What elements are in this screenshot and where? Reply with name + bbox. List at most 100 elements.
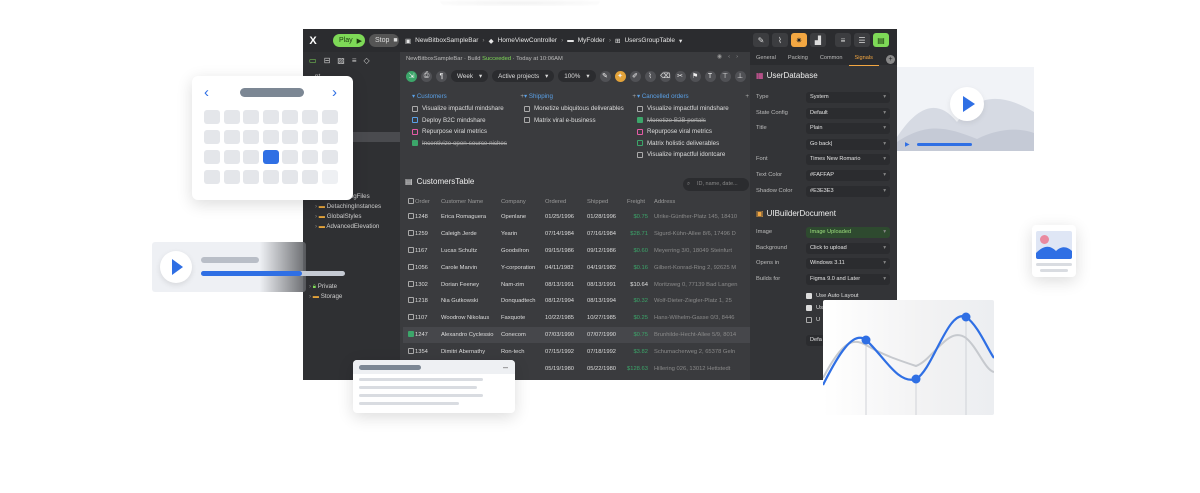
pen-icon[interactable]: ✎ xyxy=(753,33,769,47)
row-checkbox[interactable] xyxy=(408,280,414,287)
calendar-day[interactable] xyxy=(302,130,318,144)
table-search-input[interactable]: ⌕ ID, name, date... xyxy=(683,178,749,191)
chevron-left-icon[interactable]: ‹ xyxy=(204,84,209,101)
add-icon[interactable]: + xyxy=(632,91,636,103)
calendar-day[interactable] xyxy=(321,150,338,164)
header-checkbox[interactable] xyxy=(408,198,414,204)
tree-item[interactable]: › 🔒︎ Private xyxy=(303,282,400,292)
calendar-day[interactable] xyxy=(243,170,260,184)
list-icon[interactable]: ☰ xyxy=(854,33,870,47)
calendar-day[interactable] xyxy=(262,150,279,164)
chart-icon[interactable]: ▟ xyxy=(810,33,826,47)
calendar-day[interactable] xyxy=(302,150,318,164)
task-item[interactable]: Visualize impactful mindshare xyxy=(637,103,749,115)
menu-icon[interactable]: ≡ xyxy=(352,56,357,65)
task-item[interactable]: Monetize ubiquitous deliverables xyxy=(524,103,636,115)
text-icon[interactable]: T xyxy=(704,70,716,82)
property-value[interactable]: Figma 9.0 and Later ▾ xyxy=(806,273,890,285)
option-checkbox[interactable] xyxy=(806,317,812,323)
tab-packing[interactable]: Packing xyxy=(782,52,814,65)
option-checkbox[interactable] xyxy=(806,305,812,311)
row-checkbox-cell[interactable] xyxy=(403,310,415,327)
calendar-day[interactable] xyxy=(282,130,299,144)
tree-item[interactable]: › ▬ AdvancedElevation xyxy=(303,222,400,232)
chevron-right-icon[interactable]: › xyxy=(332,84,337,101)
add-tab-icon[interactable]: + xyxy=(886,55,895,64)
eraser-icon[interactable]: ⌫ xyxy=(659,70,671,82)
hierarchy-icon[interactable]: ⊟ xyxy=(324,56,331,65)
table-row[interactable]: 1167 Lucas Schultz Goodsilron 09/15/1986 09/… xyxy=(403,243,751,260)
header-checkbox-cell[interactable] xyxy=(403,195,415,209)
calendar-day[interactable] xyxy=(223,130,240,144)
paint-icon[interactable]: ¶ xyxy=(436,70,447,82)
calendar-day[interactable] xyxy=(282,150,299,164)
row-checkbox[interactable] xyxy=(408,246,414,253)
breadcrumb-item[interactable]: HomeViewController xyxy=(498,37,558,44)
calendar-day[interactable] xyxy=(204,130,220,144)
property-value[interactable]: Windows 3.11 ▾ xyxy=(806,258,890,270)
task-checkbox[interactable] xyxy=(412,128,418,135)
table-row[interactable]: 1218 Nia Gutkowski Donquadtech 08/12/1994 08… xyxy=(403,293,751,310)
brush-icon[interactable]: ⌇ xyxy=(644,70,656,82)
property-value[interactable]: Plain ▾ xyxy=(806,123,890,135)
breadcrumb-item[interactable]: MyFolder xyxy=(578,37,605,44)
table-row[interactable]: 1247 Alexandro Cyclessio Conecom 07/03/1990… xyxy=(403,326,751,344)
task-item[interactable]: Repurpose viral metrics xyxy=(412,126,524,138)
calendar-day[interactable] xyxy=(223,150,240,164)
task-item[interactable]: Matrix holistic deliverables xyxy=(637,138,749,150)
task-group-header[interactable]: ▾ Shipping + xyxy=(524,91,636,103)
row-checkbox-cell[interactable] xyxy=(403,276,415,293)
table-row[interactable]: 1302 Dorian Feeney Nam-zim 08/13/1991 08/13/… xyxy=(403,276,751,293)
row-checkbox[interactable] xyxy=(408,263,414,270)
column-header[interactable]: Address xyxy=(654,195,751,209)
export-icon[interactable]: ⇲ xyxy=(406,70,417,82)
row-checkbox[interactable] xyxy=(408,347,414,354)
calendar-day[interactable] xyxy=(302,170,318,184)
stop-button[interactable]: Stop ■ xyxy=(369,34,399,47)
row-checkbox-cell[interactable] xyxy=(403,293,415,310)
calendar-day[interactable] xyxy=(262,130,279,144)
tab-common[interactable]: Common xyxy=(814,52,849,65)
task-checkbox[interactable] xyxy=(637,151,643,158)
calendar-day[interactable] xyxy=(321,130,338,144)
column-header[interactable]: Freight xyxy=(627,195,654,209)
property-value[interactable]: Go back| ▾ xyxy=(806,138,890,150)
task-checkbox[interactable] xyxy=(637,105,643,112)
calendar-day[interactable] xyxy=(223,110,240,124)
table-row[interactable]: 1248 Erica Romaguera Openlane 01/25/1996 01/… xyxy=(403,209,751,226)
calendar-day[interactable] xyxy=(243,130,260,144)
task-item[interactable]: Monetize B2B portals xyxy=(637,115,749,127)
row-checkbox[interactable] xyxy=(408,330,414,337)
task-item[interactable]: Incentivize open-source niches xyxy=(412,138,524,150)
column-header[interactable]: Ordered xyxy=(545,195,587,209)
task-item[interactable]: Repurpose viral metrics xyxy=(637,126,749,138)
column-header[interactable]: Shipped xyxy=(587,195,627,209)
task-item[interactable]: Matrix viral e-business xyxy=(524,115,636,127)
option-checkbox[interactable] xyxy=(806,293,812,299)
breadcrumb-item[interactable]: NewBitboxSampleBar xyxy=(415,37,478,44)
print-icon[interactable]: ⎙ xyxy=(421,70,432,82)
task-checkbox[interactable] xyxy=(637,140,643,147)
property-value[interactable]: Image Uploaded ▾ xyxy=(806,227,890,238)
calendar-day[interactable] xyxy=(262,110,279,124)
row-checkbox-cell[interactable] xyxy=(403,226,415,243)
row-checkbox[interactable] xyxy=(408,297,414,304)
projects-select[interactable]: Active projects ▾ xyxy=(492,70,555,82)
table-row[interactable]: 1259 Caleigh Jerde Yearin 07/14/1984 07/16/1… xyxy=(403,226,751,243)
folder-icon[interactable]: ▭ xyxy=(309,56,317,65)
calendar-day[interactable] xyxy=(302,110,318,124)
calendar-day[interactable] xyxy=(204,150,220,164)
property-value[interactable]: #FAFFAP ▾ xyxy=(806,170,890,181)
property-value[interactable]: System ▾ xyxy=(806,92,890,103)
image-icon[interactable]: ▨ xyxy=(337,56,345,65)
calendar-day[interactable] xyxy=(282,170,299,184)
task-checkbox[interactable] xyxy=(637,117,643,124)
calendar-day[interactable] xyxy=(321,110,338,124)
task-checkbox[interactable] xyxy=(412,140,418,147)
add-icon[interactable]: + xyxy=(745,91,749,103)
menu-icon[interactable]: ≡ xyxy=(835,33,851,47)
column-header[interactable]: Customer Name xyxy=(441,195,501,209)
row-checkbox[interactable] xyxy=(408,213,414,220)
table-row[interactable]: 1354 Dimitri Abernathy Ron-tech 07/15/1992 0… xyxy=(403,343,751,360)
cut-icon[interactable]: ✂ xyxy=(674,70,686,82)
